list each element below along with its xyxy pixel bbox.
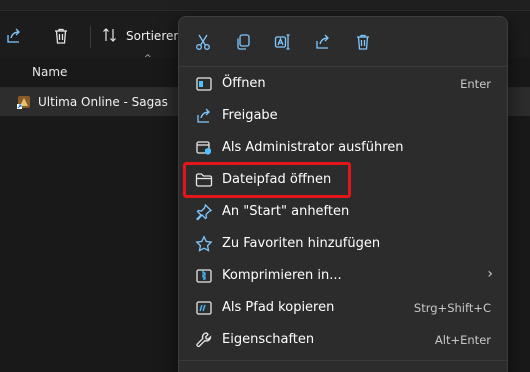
shield-icon: [195, 139, 213, 157]
menu-item-run-as-admin[interactable]: Als Administrator ausführen: [183, 132, 503, 164]
menu-item-shortcut: Enter: [460, 77, 491, 91]
sort-button[interactable]: Sortieren: [102, 24, 181, 48]
file-name: Ultima Online - Sagas: [38, 95, 168, 109]
title-strip: [0, 0, 530, 11]
menu-item-label: Öffnen: [222, 76, 266, 91]
menu-separator: [179, 360, 507, 361]
menu-item-shortcut: Strg+Shift+C: [413, 301, 491, 315]
column-header-name[interactable]: Name: [32, 65, 67, 79]
share-icon: [195, 107, 213, 125]
menu-item-shortcut: Alt+Enter: [434, 333, 491, 347]
menu-item-label: Freigabe: [222, 108, 278, 123]
menu-item-add-to-favorites[interactable]: Zu Favoriten hinzufügen: [183, 228, 503, 260]
sort-icon: [102, 27, 118, 46]
sort-caret-icon: ^: [144, 54, 152, 64]
menu-item-label: Zu Favoriten hinzufügen: [222, 236, 381, 251]
menu-item-label: Eigenschaften: [222, 332, 315, 347]
menu-item-share[interactable]: Freigabe: [183, 100, 503, 132]
menu-item-label: Als Pfad kopieren: [222, 300, 335, 315]
menu-item-copy-as-path[interactable]: Als Pfad kopieren Strg+Shift+C: [183, 292, 503, 324]
menu-item-label: Komprimieren in...: [222, 268, 342, 283]
menu-item-properties[interactable]: Eigenschaften Alt+Enter: [183, 324, 503, 356]
menu-item-pin-to-start[interactable]: An "Start" anheften: [183, 196, 503, 228]
pin-icon: [195, 203, 213, 221]
wrench-icon: [195, 331, 213, 349]
archive-icon: [195, 267, 213, 285]
chevron-right-icon: ›: [487, 266, 493, 282]
context-quick-actions: [179, 17, 507, 67]
trash-icon[interactable]: [51, 26, 71, 46]
copy-icon[interactable]: [231, 30, 255, 54]
menu-item-label: An "Start" anheften: [222, 204, 350, 219]
rename-icon[interactable]: [271, 30, 295, 54]
menu-item-label: Als Administrator ausführen: [222, 140, 404, 155]
cut-icon[interactable]: [191, 30, 215, 54]
menu-item-open[interactable]: Öffnen Enter: [183, 68, 503, 100]
trash-icon[interactable]: [351, 30, 375, 54]
share-icon[interactable]: [4, 26, 24, 46]
toolbar-separator: [90, 26, 91, 48]
star-icon: [195, 235, 213, 253]
path-copy-icon: [195, 299, 213, 317]
share-icon[interactable]: [311, 30, 335, 54]
game-shortcut-icon: [16, 94, 32, 110]
highlight-annotation: [183, 162, 351, 198]
menu-item-compress[interactable]: Komprimieren in... ›: [183, 260, 503, 292]
sort-label: Sortieren: [126, 29, 181, 43]
open-app-icon: [195, 75, 213, 93]
